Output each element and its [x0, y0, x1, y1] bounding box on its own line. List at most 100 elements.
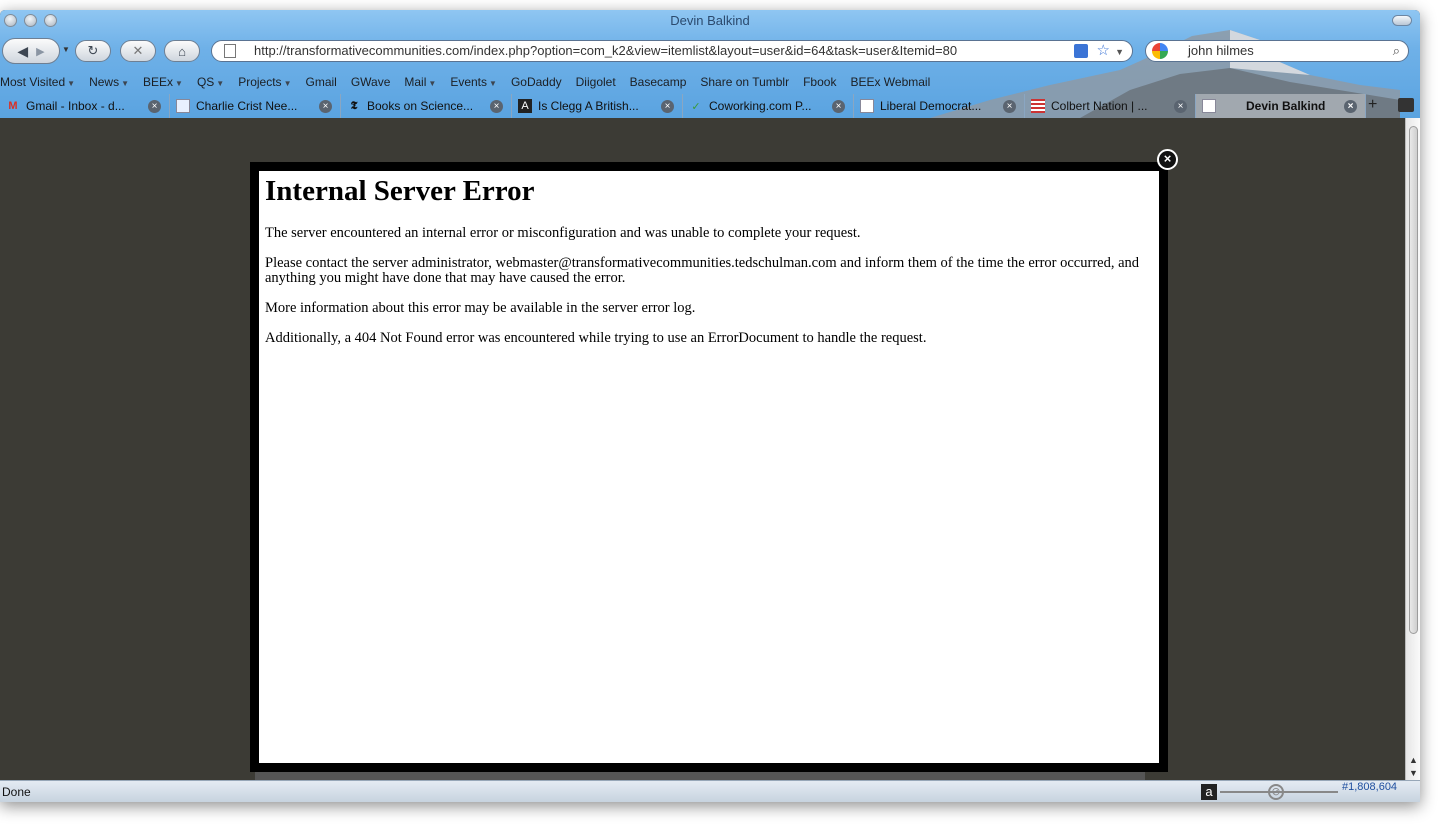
back-forward-buttons[interactable]: ◀ ▶	[2, 38, 60, 64]
bookmark-label: News	[89, 75, 120, 89]
chevron-down-icon: ▼	[216, 79, 225, 88]
bookmark-beex[interactable]: BEEx ▼	[143, 72, 183, 92]
back-arrow-icon[interactable]: ◀	[17, 43, 28, 60]
tab-label: Gmail - Inbox - d...	[26, 99, 125, 113]
bookmark-diigolet[interactable]: Diigolet	[576, 72, 616, 92]
search-value: john hilmes	[1188, 43, 1254, 58]
chevron-down-icon: ▼	[283, 79, 292, 88]
scrollbar-thumb[interactable]	[1409, 126, 1418, 634]
bookmark-gwave[interactable]: GWave	[351, 72, 391, 92]
coworking-icon: ✓	[691, 100, 701, 113]
bookmark-fbook[interactable]: Fbook	[803, 72, 836, 92]
close-tab-icon[interactable]: ×	[490, 99, 503, 113]
chevron-down-icon: ▼	[121, 79, 129, 88]
bookmark-qs[interactable]: QS ▼	[197, 72, 224, 92]
bookmark-projects[interactable]: Projects ▼	[238, 72, 291, 92]
bookmark-label: Events	[450, 75, 488, 89]
bookmark-basecamp[interactable]: Basecamp	[630, 72, 687, 92]
bookmark-gmail[interactable]: Gmail	[305, 72, 336, 92]
history-dropdown-icon[interactable]: ▼	[62, 45, 70, 54]
bookmark-label: BEEx Webmail	[850, 75, 931, 89]
error-paragraph-4: Additionally, a 404 Not Found error was …	[265, 330, 927, 346]
bookmark-label: QS	[196, 75, 215, 89]
browser-chrome: Devin Balkind ◀ ▶ ▼ ↻ ✕ ⌂ http://transfo…	[0, 10, 1420, 118]
bookmark-share-on-tumblr[interactable]: Share on Tumblr	[700, 72, 789, 92]
bookmark-godaddy[interactable]: GoDaddy	[511, 72, 562, 92]
close-tab-icon[interactable]: ×	[661, 99, 674, 113]
modal-close-icon[interactable]: ×	[1157, 149, 1178, 170]
error-heading: Internal Server Error	[265, 175, 535, 207]
tab-charlie-crist[interactable]: Charlie Crist Nee... ×	[170, 94, 341, 118]
close-tab-icon[interactable]: ×	[148, 99, 161, 113]
bookmarks-toolbar: Most Visited ▼ News ▼ BEEx ▼ QS ▼ Projects ▼ …	[0, 72, 944, 92]
bookmark-mail[interactable]: Mail ▼	[404, 72, 436, 92]
zoom-slider-knob[interactable]: ⊘	[1268, 784, 1284, 800]
url-text: http://transformativecommunities.com/ind…	[254, 43, 958, 58]
tab-label: Charlie Crist Nee...	[196, 99, 298, 113]
tab-is-clegg-a-british[interactable]: A Is Clegg A British... ×	[512, 94, 683, 118]
new-tab-plus-icon[interactable]: +	[1368, 96, 1377, 114]
chevron-down-icon: ▼	[489, 79, 497, 88]
bookmark-beex-webmail[interactable]: BEEx Webmail	[850, 72, 930, 92]
tab-coworking[interactable]: ✓ Coworking.com P... ×	[683, 94, 854, 118]
close-tab-icon[interactable]: ×	[319, 99, 332, 113]
tab-label: Liberal Democrat...	[880, 99, 982, 113]
error-paragraph-1: The server encountered an internal error…	[265, 225, 861, 241]
rss-icon[interactable]	[1074, 44, 1088, 58]
bookmark-events[interactable]: Events ▼	[450, 72, 497, 92]
navigation-toolbar: ◀ ▶ ▼ ↻ ✕ ⌂ http://transformativecommuni…	[0, 36, 1420, 66]
page-icon	[1202, 99, 1216, 113]
reload-button[interactable]: ↻	[75, 40, 111, 62]
tab-bar: M Gmail - Inbox - d... × Charlie Crist N…	[0, 94, 1420, 118]
tab-colbert-nation[interactable]: Colbert Nation | ... ×	[1025, 94, 1196, 118]
tab-label: Coworking.com P...	[709, 99, 812, 113]
alexa-icon[interactable]: a	[1201, 784, 1217, 800]
chevron-down-icon: ▼	[175, 79, 183, 88]
toolbar-toggle-button[interactable]	[1392, 15, 1412, 26]
error-paragraph-2: Please contact the server administrator,…	[265, 255, 1140, 286]
scroll-up-arrow-icon[interactable]: ▲	[1406, 754, 1420, 767]
error-paragraph-3: More information about this error may be…	[265, 300, 696, 316]
tab-books-on-science[interactable]: 𝕿 Books on Science... ×	[341, 94, 512, 118]
bookmark-most-visited[interactable]: Most Visited ▼	[0, 72, 75, 92]
tab-devin-balkind[interactable]: Devin Balkind ×	[1196, 94, 1366, 118]
search-icon[interactable]: ⌕	[1393, 41, 1400, 61]
bookmark-label: Most Visited	[0, 75, 66, 89]
alexa-rank[interactable]: #1,808,604	[1342, 781, 1397, 793]
flag-icon	[1031, 99, 1045, 113]
tab-gmail[interactable]: M Gmail - Inbox - d... ×	[0, 94, 170, 118]
stop-button[interactable]: ✕	[120, 40, 156, 62]
url-dropdown-icon[interactable]: ▼	[1115, 42, 1124, 61]
bookmark-news[interactable]: News ▼	[89, 72, 129, 92]
close-tab-icon[interactable]: ×	[1174, 99, 1187, 113]
tab-label: Is Clegg A British...	[538, 99, 639, 113]
page-icon	[224, 44, 236, 58]
address-bar[interactable]: http://transformativecommunities.com/ind…	[211, 40, 1133, 62]
bookmark-label: Gmail	[305, 75, 337, 89]
stop-icon: ✕	[132, 43, 144, 58]
tab-label: Books on Science...	[367, 99, 474, 113]
close-tab-icon[interactable]: ×	[1344, 99, 1357, 113]
close-tab-icon[interactable]: ×	[1003, 99, 1016, 113]
home-button[interactable]: ⌂	[164, 40, 200, 62]
error-modal: Internal Server Error The server encount…	[250, 162, 1168, 772]
vertical-scrollbar[interactable]: ▲ ▼	[1405, 118, 1420, 780]
bookmark-label: Mail	[404, 75, 427, 89]
search-bar[interactable]: john hilmes ⌕	[1145, 40, 1409, 62]
google-search-engine-icon[interactable]	[1152, 43, 1168, 59]
error-document: Internal Server Error The server encount…	[259, 171, 1159, 763]
status-bar: Done a ⊘ #1,808,604	[0, 780, 1420, 802]
bookmark-star-icon[interactable]: ☆	[1097, 41, 1110, 61]
chevron-down-icon: ▼	[428, 79, 437, 88]
close-tab-icon[interactable]: ×	[832, 99, 845, 113]
forward-arrow-icon[interactable]: ▶	[36, 45, 44, 58]
nytimes-icon: 𝕿	[350, 99, 358, 112]
browser-window: Devin Balkind ◀ ▶ ▼ ↻ ✕ ⌂ http://transfo…	[0, 10, 1420, 802]
window-title: Devin Balkind	[670, 13, 750, 28]
scroll-down-arrow-icon[interactable]: ▼	[1406, 767, 1420, 780]
atlantic-icon: A	[518, 99, 532, 113]
bookmark-label: Diigolet	[575, 75, 616, 89]
tab-liberal-democrat[interactable]: Liberal Democrat... ×	[854, 94, 1025, 118]
title-bar: Devin Balkind	[0, 10, 1420, 32]
tab-list-icon[interactable]	[1398, 98, 1414, 112]
